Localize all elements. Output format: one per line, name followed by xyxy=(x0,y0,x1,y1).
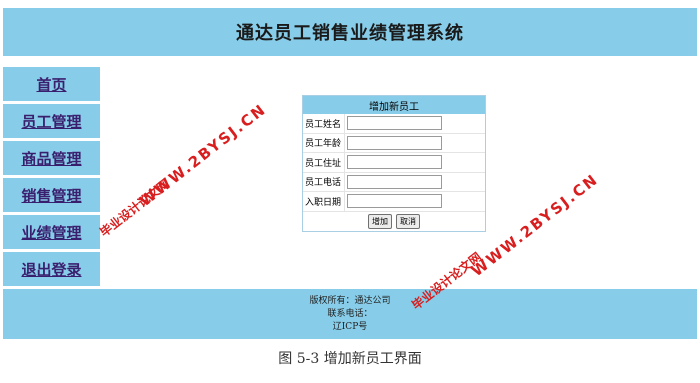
form-row-phone: 员工电话 xyxy=(303,172,485,192)
form-row-age: 员工年龄 xyxy=(303,133,485,153)
sidebar-item-employees[interactable]: 员工管理 xyxy=(3,104,100,138)
sidebar-item-label[interactable]: 退出登录 xyxy=(21,259,81,280)
form-row-name: 员工姓名 xyxy=(303,114,485,134)
age-label: 员工年龄 xyxy=(303,133,345,152)
footer-contact: 联系电话： xyxy=(327,308,373,319)
address-field[interactable] xyxy=(347,155,442,170)
footer-copyright: 版权所有：通达公司 xyxy=(309,295,391,306)
footer-icp: 辽ICP号 xyxy=(332,321,368,332)
sidebar-item-label[interactable]: 业绩管理 xyxy=(21,222,81,243)
sidebar-item-label[interactable]: 商品管理 xyxy=(21,148,81,169)
name-field[interactable] xyxy=(347,116,442,131)
phone-label: 员工电话 xyxy=(303,172,345,191)
sidebar-item-label[interactable]: 员工管理 xyxy=(21,111,81,132)
sidebar-item-logout[interactable]: 退出登录 xyxy=(3,252,100,286)
sidebar-item-label[interactable]: 销售管理 xyxy=(21,185,81,206)
phone-field[interactable] xyxy=(347,174,442,189)
sidebar-item-performance[interactable]: 业绩管理 xyxy=(3,215,100,249)
form-row-address: 员工住址 xyxy=(303,153,485,173)
header-bar: 通达员工销售业绩管理系统 xyxy=(3,8,697,56)
sidebar-item-products[interactable]: 商品管理 xyxy=(3,141,100,175)
sidebar: 首页 员工管理 商品管理 销售管理 业绩管理 退出登录 xyxy=(3,67,100,289)
figure-caption: 图 5-3 增加新员工界面 xyxy=(278,351,422,367)
age-field[interactable] xyxy=(347,135,442,150)
cancel-button[interactable]: 取消 xyxy=(396,214,420,229)
name-label: 员工姓名 xyxy=(303,114,345,133)
watermark-url: WWW.2BYSJ.CN xyxy=(136,100,270,211)
hire-date-label: 入职日期 xyxy=(303,192,345,211)
form-title: 增加新员工 xyxy=(303,96,485,114)
page-title: 通达员工销售业绩管理系统 xyxy=(236,23,464,44)
hire-date-field[interactable] xyxy=(347,194,442,209)
form-row-hire-date: 入职日期 xyxy=(303,192,485,212)
add-employee-form: 增加新员工 员工姓名 员工年龄 员工住址 员工电话 入职日期 增加 取消 xyxy=(302,95,486,232)
footer-bar: 版权所有：通达公司 联系电话： 辽ICP号 xyxy=(3,289,697,339)
sidebar-item-label[interactable]: 首页 xyxy=(36,74,66,95)
add-button[interactable]: 增加 xyxy=(368,214,392,229)
sidebar-item-sales[interactable]: 销售管理 xyxy=(3,178,100,212)
address-label: 员工住址 xyxy=(303,153,345,172)
watermark-url: WWW.2BYSJ.CN xyxy=(468,170,602,281)
form-actions: 增加 取消 xyxy=(303,212,485,232)
sidebar-item-home[interactable]: 首页 xyxy=(3,67,100,101)
